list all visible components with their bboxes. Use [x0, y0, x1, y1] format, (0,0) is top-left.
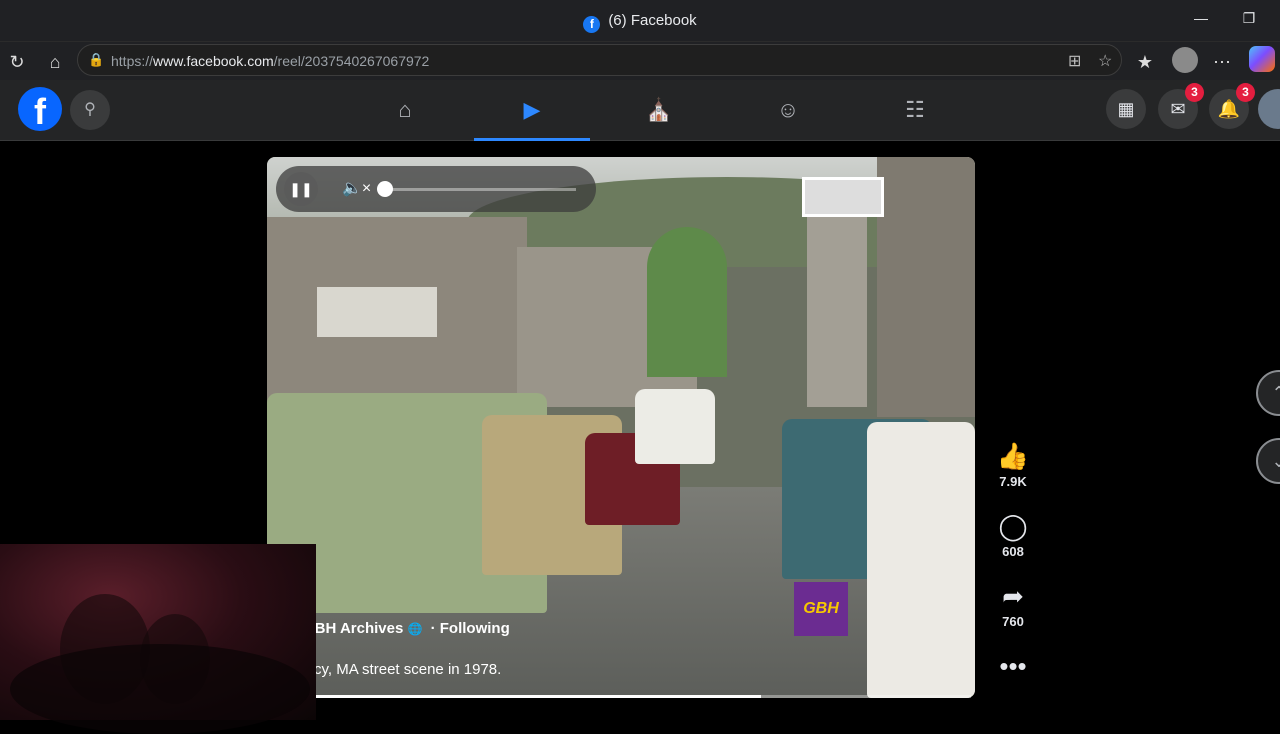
restore-icon[interactable]: ❐	[1237, 10, 1261, 30]
like-count: 7.9K	[999, 474, 1027, 489]
webcam-foreground	[10, 644, 310, 734]
facebook-favicon-icon: f	[583, 16, 601, 33]
window-title: f (6) Facebook	[0, 12, 1280, 33]
following-button[interactable]: · Following	[431, 620, 510, 637]
profile-avatar[interactable]	[1172, 47, 1198, 73]
copilot-icon[interactable]	[1249, 46, 1275, 72]
refresh-icon[interactable]: ↻	[6, 51, 28, 73]
video-progress-fill	[316, 695, 761, 698]
video-tree	[647, 227, 727, 377]
next-reel-chevron-down-icon[interactable]: ⌄	[1256, 438, 1280, 484]
address-bar-row: ↻ ⌂ 🔒 https://www.facebook.com/reel/2037…	[0, 42, 1280, 80]
share-count: 760	[1002, 614, 1024, 629]
url-field[interactable]: 🔒 https://www.facebook.com/reel/20375402…	[77, 44, 1122, 76]
reel-video[interactable]	[267, 157, 975, 698]
account-avatar[interactable]	[1258, 89, 1280, 129]
reel-caption: cy, MA street scene in 1978.	[314, 661, 502, 678]
webcam-overlay	[0, 544, 316, 734]
favorite-star-icon[interactable]: ☆	[1098, 51, 1112, 71]
video-white-car	[867, 422, 975, 698]
previous-reel-chevron-up-icon[interactable]: ⌃	[1256, 370, 1280, 416]
marketplace-icon[interactable]: ⛪	[601, 82, 717, 138]
more-menu-icon[interactable]: ⋯	[1211, 51, 1233, 73]
thumbs-up-icon: 👍	[996, 441, 1030, 471]
menu-grid-icon[interactable]: ▦	[1106, 89, 1146, 129]
facebook-header: f ⚲ ⌂ ▶ ⛪ ☺ ☷ ▦ ✉ 3 🔔 3	[0, 80, 1280, 141]
messenger-badge: 3	[1185, 83, 1204, 102]
favorites-icon[interactable]: ★	[1134, 51, 1156, 73]
gbh-watermark-logo: GBH	[794, 582, 848, 636]
messenger-icon[interactable]: ✉ 3	[1158, 83, 1204, 129]
volume-slider-knob[interactable]	[377, 181, 393, 197]
like-button[interactable]: 👍 7.9K	[990, 440, 1036, 489]
video-billboard	[802, 177, 884, 217]
comment-button[interactable]: ◯ 608	[990, 510, 1036, 559]
groups-icon[interactable]: ☺	[730, 82, 846, 138]
notifications-bell-icon[interactable]: 🔔 3	[1209, 83, 1255, 129]
minimize-icon[interactable]: —	[1189, 10, 1213, 30]
video-white-van	[635, 389, 715, 464]
video-sign	[317, 287, 437, 337]
comment-bubble-icon: ◯	[998, 511, 1028, 541]
more-dots-icon: •••	[999, 651, 1027, 681]
share-arrow-icon: ➦	[1002, 581, 1024, 611]
globe-icon: 🌐	[407, 622, 423, 636]
facebook-logo-icon[interactable]: f	[18, 87, 62, 132]
video-building	[877, 157, 975, 417]
search-icon[interactable]: ⚲	[70, 90, 110, 130]
home-browser-icon[interactable]: ⌂	[44, 51, 66, 73]
lock-icon: 🔒	[88, 52, 105, 67]
share-button[interactable]: ➦ 760	[990, 580, 1036, 629]
more-options-button[interactable]: •••	[990, 650, 1036, 682]
reels-icon[interactable]: ▶	[474, 82, 590, 141]
pause-icon[interactable]: ❚❚	[284, 172, 318, 206]
comment-count: 608	[1002, 544, 1024, 559]
tab-title: (6) Facebook	[608, 12, 697, 29]
author-name[interactable]: GBH Archives	[303, 620, 403, 637]
gaming-icon[interactable]: ☷	[857, 82, 973, 138]
url-text: https://www.facebook.com/reel/2037540267…	[111, 53, 430, 69]
app-available-icon[interactable]: ⊞	[1068, 51, 1081, 71]
reel-author[interactable]: GBH Archives 🌐 · Following	[303, 620, 510, 637]
home-icon[interactable]: ⌂	[347, 82, 463, 138]
notifications-badge: 3	[1236, 83, 1255, 102]
playback-controls: ❚❚ 🔈×	[276, 166, 596, 212]
browser-title-bar: f (6) Facebook — ❐	[0, 0, 1280, 42]
volume-slider[interactable]	[384, 188, 576, 191]
mute-icon[interactable]: 🔈×	[342, 178, 371, 198]
